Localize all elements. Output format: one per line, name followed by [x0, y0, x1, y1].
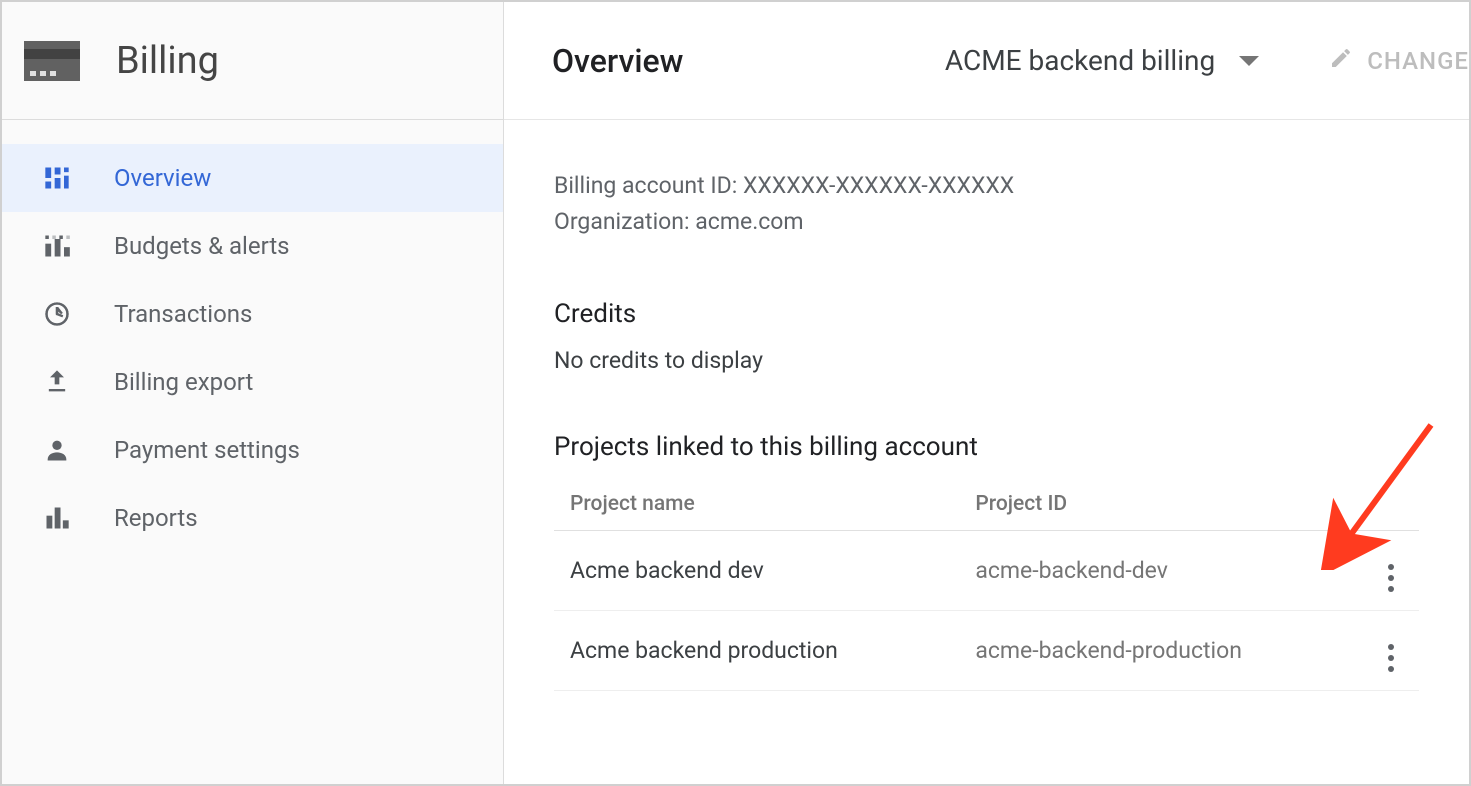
page-title: Overview: [552, 42, 683, 80]
content: Billing account ID: XXXXXX-XXXXXX-XXXXXX…: [504, 120, 1469, 691]
organization-value: acme.com: [695, 208, 803, 235]
project-name-cell: Acme backend dev: [554, 531, 959, 611]
sidebar-title: Billing: [116, 39, 219, 83]
billing-icon: [24, 41, 80, 81]
reports-icon: [42, 504, 72, 532]
billing-account-id-line: Billing account ID: XXXXXX-XXXXXX-XXXXXX: [554, 168, 1419, 204]
transactions-icon: [42, 300, 72, 328]
export-icon: [42, 368, 72, 396]
billing-account-name: ACME backend billing: [945, 44, 1215, 77]
more-vert-icon: [1388, 564, 1394, 592]
sidebar-item-label: Overview: [114, 164, 211, 192]
budgets-icon: [42, 232, 72, 260]
credits-empty-text: No credits to display: [554, 347, 1419, 374]
credits-title: Credits: [554, 299, 1419, 329]
main-header: Overview ACME backend billing CHANGE: [504, 2, 1469, 120]
sidebar-header: Billing: [2, 2, 503, 120]
column-header-project-id: Project ID: [959, 480, 1363, 531]
sidebar: Billing Overview Budgets & alerts Transa…: [2, 2, 504, 784]
main: Overview ACME backend billing CHANGE Bil…: [504, 2, 1469, 784]
overview-icon: [42, 164, 72, 192]
project-row-menu-button[interactable]: [1363, 611, 1419, 691]
sidebar-item-payment-settings[interactable]: Payment settings: [2, 416, 503, 484]
billing-account-id-label: Billing account ID:: [554, 172, 737, 199]
sidebar-item-billing-export[interactable]: Billing export: [2, 348, 503, 416]
project-id-cell: acme-backend-production: [959, 611, 1363, 691]
billing-account-id-value: XXXXXX-XXXXXX-XXXXXX: [743, 172, 1014, 199]
projects-title: Projects linked to this billing account: [554, 432, 1419, 462]
projects-table: Project name Project ID Acme backend dev…: [554, 480, 1419, 691]
sidebar-item-budgets-alerts[interactable]: Budgets & alerts: [2, 212, 503, 280]
sidebar-item-label: Payment settings: [114, 436, 300, 464]
table-row: Acme backend dev acme-backend-dev: [554, 531, 1419, 611]
pencil-icon: [1329, 46, 1353, 76]
sidebar-item-label: Transactions: [114, 300, 252, 328]
project-name-cell: Acme backend production: [554, 611, 959, 691]
more-vert-icon: [1388, 644, 1394, 672]
sidebar-item-label: Reports: [114, 504, 198, 532]
table-row: Acme backend production acme-backend-pro…: [554, 611, 1419, 691]
chevron-down-icon: [1239, 56, 1259, 66]
change-label: CHANGE: [1367, 47, 1469, 75]
organization-label: Organization:: [554, 208, 690, 235]
sidebar-item-label: Budgets & alerts: [114, 232, 290, 260]
project-row-menu-button[interactable]: [1363, 531, 1419, 611]
project-id-cell: acme-backend-dev: [959, 531, 1363, 611]
sidebar-item-transactions[interactable]: Transactions: [2, 280, 503, 348]
billing-account-selector[interactable]: ACME backend billing: [945, 44, 1259, 77]
sidebar-nav: Overview Budgets & alerts Transactions B…: [2, 120, 503, 552]
organization-line: Organization: acme.com: [554, 204, 1419, 240]
column-header-project-name: Project name: [554, 480, 959, 531]
change-billing-account-button[interactable]: CHANGE: [1329, 46, 1469, 76]
person-icon: [42, 436, 72, 464]
sidebar-item-overview[interactable]: Overview: [2, 144, 503, 212]
sidebar-item-label: Billing export: [114, 368, 253, 396]
sidebar-item-reports[interactable]: Reports: [2, 484, 503, 552]
